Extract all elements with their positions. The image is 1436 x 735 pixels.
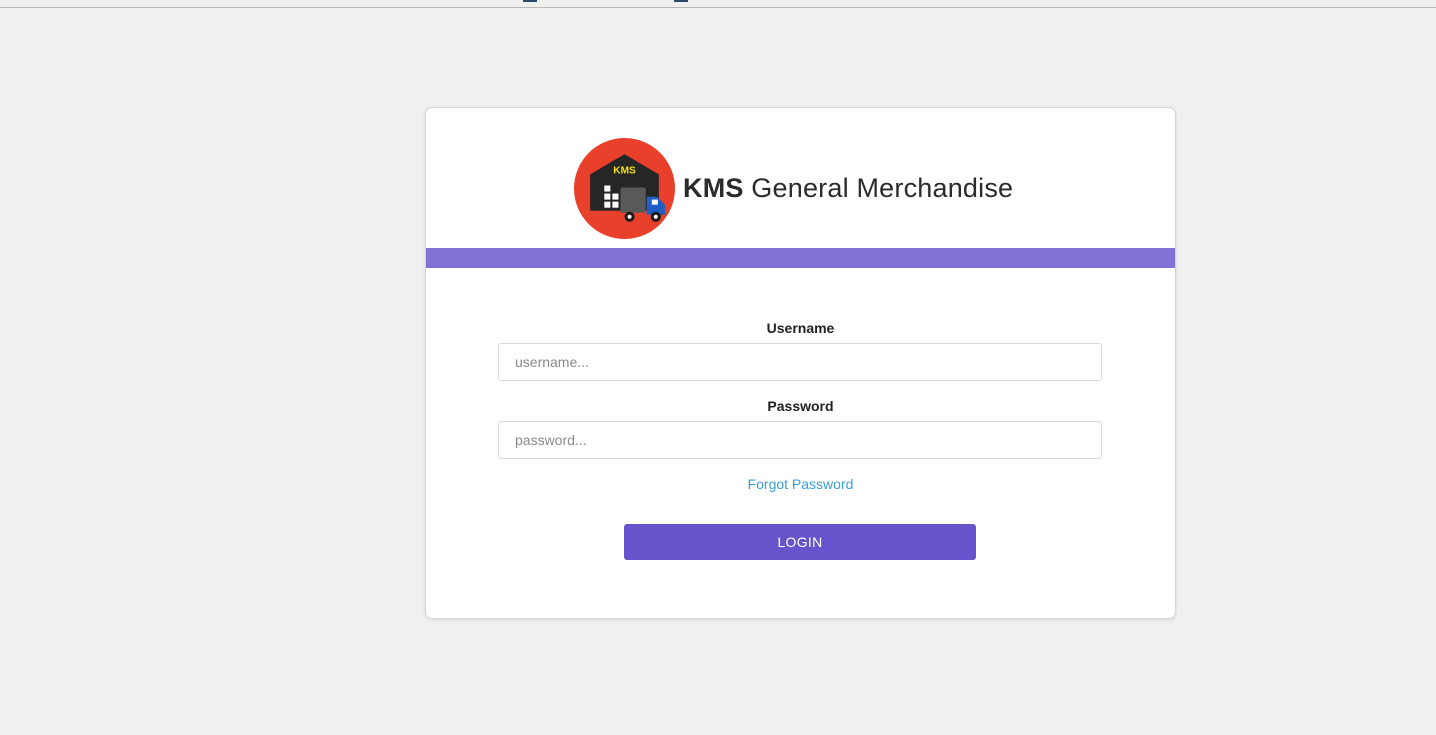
password-input[interactable] (498, 421, 1102, 459)
brand-name-bold: KMS (683, 173, 744, 203)
forgot-password-link[interactable]: Forgot Password (426, 476, 1175, 492)
bookmark-icon (523, 0, 537, 2)
accent-bar (426, 248, 1175, 268)
bookmark-icon (674, 0, 688, 2)
logo-text: KMS (613, 165, 636, 176)
brand-header: KMS KMS General Merchandise (574, 138, 1013, 239)
browser-top-strip (0, 0, 1436, 8)
username-input[interactable] (498, 343, 1102, 381)
username-label: Username (766, 320, 835, 336)
password-label: Password (767, 398, 834, 414)
brand-name: KMS General Merchandise (683, 173, 1013, 204)
login-card: KMS KMS General Merchandise Username Pas… (425, 107, 1176, 619)
login-button[interactable]: LOGIN (624, 524, 976, 560)
warehouse-truck-logo-icon: KMS (574, 138, 675, 239)
brand-name-rest: General Merchandise (743, 173, 1014, 203)
